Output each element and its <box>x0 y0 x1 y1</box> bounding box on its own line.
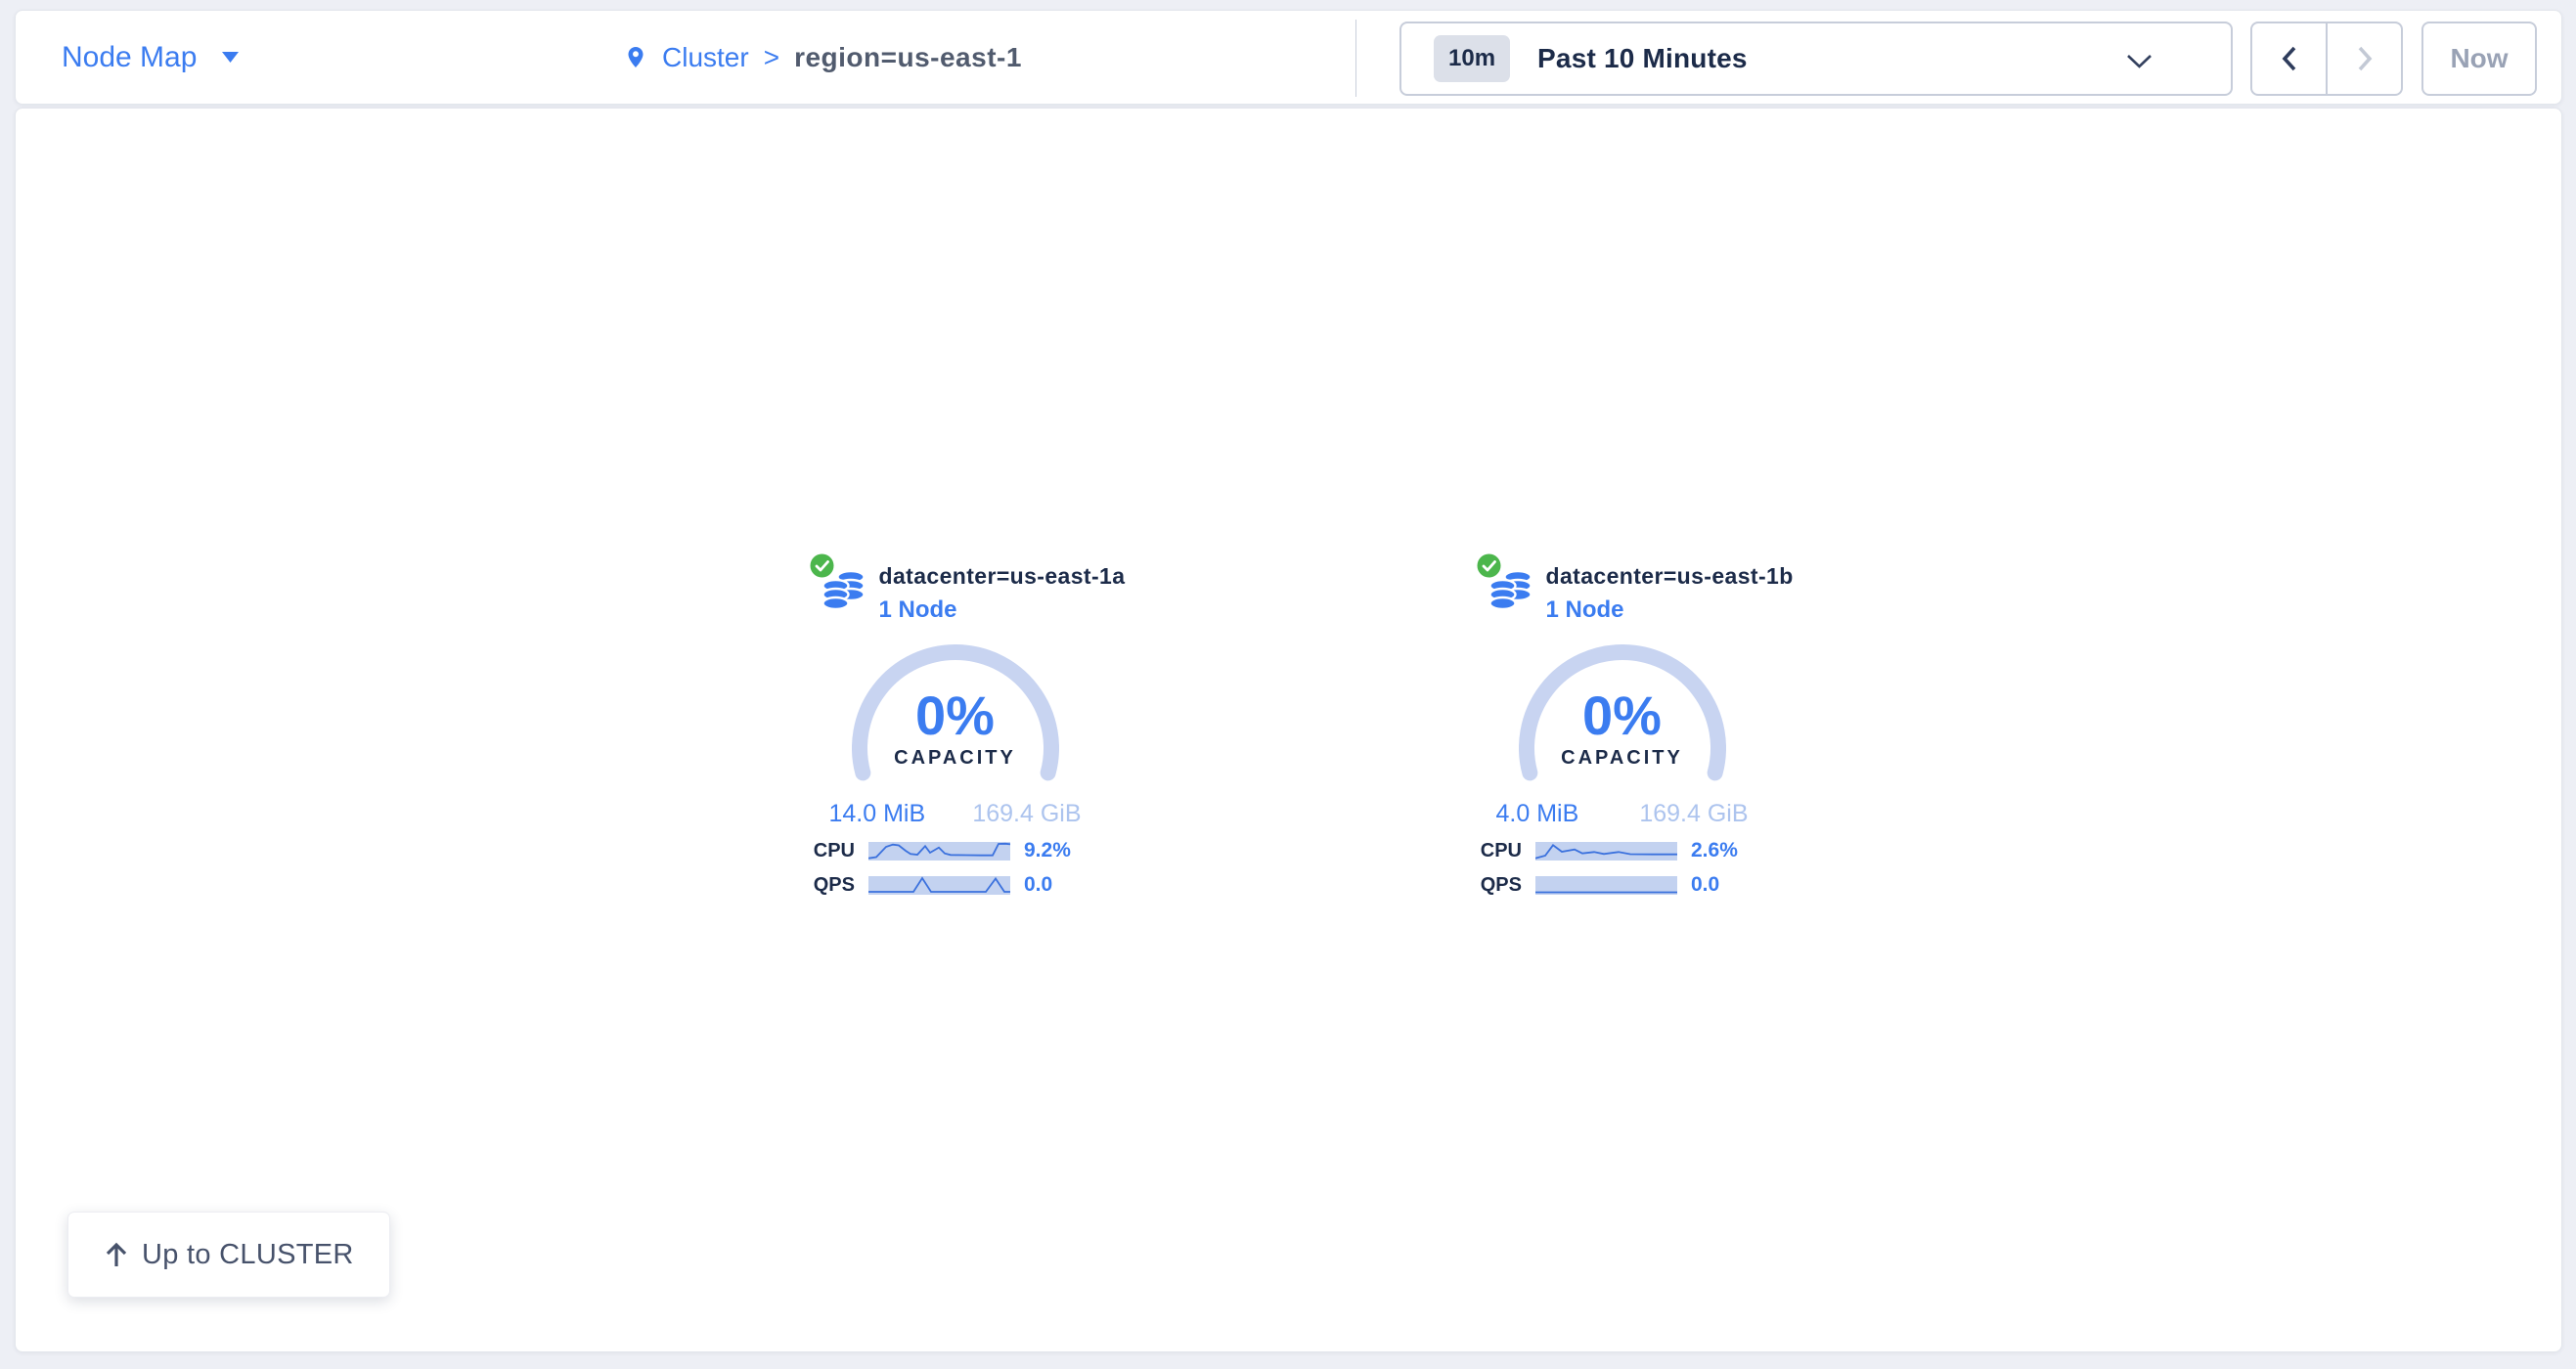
qps-label: QPS <box>808 874 855 897</box>
caret-down-icon <box>222 52 239 63</box>
now-button[interactable]: Now <box>2421 22 2537 96</box>
breadcrumb-current-locality: region=us-east-1 <box>794 42 1022 73</box>
qps-sparkline <box>1535 876 1677 895</box>
next-time-button[interactable] <box>2327 22 2403 96</box>
arrow-up-icon <box>104 1241 129 1268</box>
datacenter-card-titles: datacenter=us-east-1b 1 Node <box>1546 563 1794 624</box>
healthy-check-icon <box>1477 553 1501 578</box>
locality-cards-row: datacenter=us-east-1a 1 Node 0% CAPACITY… <box>16 109 2561 1351</box>
datacenter-icon-wrap <box>1488 566 1533 611</box>
chevron-right-icon <box>2355 45 2375 72</box>
cpu-value: 2.6% <box>1691 839 1769 862</box>
breadcrumb-separator: > <box>764 42 779 73</box>
capacity-range: 14.0 MiB 169.4 GiB <box>829 800 1082 828</box>
time-pager <box>2250 22 2403 96</box>
capacity-total: 169.4 GiB <box>972 800 1081 828</box>
qps-stat-row: QPS 0.0 <box>1473 873 1772 897</box>
capacity-label: CAPACITY <box>852 747 1059 770</box>
cpu-sparkline <box>868 842 1010 861</box>
capacity-gauge: 0% CAPACITY <box>852 644 1059 787</box>
time-range-badge: 10m <box>1434 35 1510 82</box>
qps-sparkline <box>868 876 1010 895</box>
time-range-select[interactable]: 10m Past 10 Minutes <box>1399 22 2233 96</box>
healthy-check-icon <box>810 553 834 578</box>
datacenter-icon-wrap <box>822 566 866 611</box>
breadcrumb-cluster-link[interactable]: Cluster <box>662 42 749 73</box>
chevron-left-icon <box>2280 45 2299 72</box>
capacity-percentage: 0% <box>852 684 1059 747</box>
qps-value: 0.0 <box>1691 873 1769 897</box>
previous-time-button[interactable] <box>2250 22 2327 96</box>
capacity-percentage: 0% <box>1519 684 1726 747</box>
capacity-label: CAPACITY <box>1519 747 1726 770</box>
view-selector-label: Node Map <box>62 41 197 74</box>
cpu-stat-row: CPU 2.6% <box>1473 839 1772 862</box>
qps-label: QPS <box>1475 874 1522 897</box>
datacenter-card-header: datacenter=us-east-1a 1 Node <box>822 563 1105 624</box>
capacity-total: 169.4 GiB <box>1639 800 1748 828</box>
up-to-cluster-button[interactable]: Up to CLUSTER <box>67 1212 390 1298</box>
breadcrumb: Cluster > region=us-east-1 <box>624 11 1022 104</box>
datacenter-card-header: datacenter=us-east-1b 1 Node <box>1488 563 1772 624</box>
cpu-label: CPU <box>808 840 855 862</box>
capacity-range: 4.0 MiB 169.4 GiB <box>1496 800 1749 828</box>
datacenter-title: datacenter=us-east-1a <box>879 563 1126 590</box>
header-bar: Node Map Cluster > region=us-east-1 10m … <box>15 10 2562 105</box>
capacity-used: 4.0 MiB <box>1496 800 1579 828</box>
cpu-value: 9.2% <box>1024 839 1102 862</box>
cpu-sparkline <box>1535 842 1677 861</box>
datacenter-card-us-east-1a[interactable]: datacenter=us-east-1a 1 Node 0% CAPACITY… <box>806 563 1105 897</box>
cpu-stat-row: CPU 9.2% <box>806 839 1105 862</box>
header-divider <box>1355 20 1356 97</box>
capacity-used: 14.0 MiB <box>829 800 926 828</box>
node-count: 1 Node <box>879 596 1126 624</box>
datacenter-card-titles: datacenter=us-east-1a 1 Node <box>879 563 1126 624</box>
qps-value: 0.0 <box>1024 873 1102 897</box>
node-count: 1 Node <box>1546 596 1794 624</box>
capacity-gauge: 0% CAPACITY <box>1519 644 1726 787</box>
datacenter-title: datacenter=us-east-1b <box>1546 563 1794 590</box>
datacenter-card-us-east-1b[interactable]: datacenter=us-east-1b 1 Node 0% CAPACITY… <box>1473 563 1772 897</box>
view-selector-dropdown[interactable]: Node Map <box>62 11 239 104</box>
time-range-label: Past 10 Minutes <box>1537 43 1748 74</box>
up-to-cluster-label: Up to CLUSTER <box>142 1239 354 1271</box>
map-pin-icon <box>624 42 647 72</box>
chevron-down-icon <box>2126 54 2153 69</box>
qps-stat-row: QPS 0.0 <box>806 873 1105 897</box>
cpu-label: CPU <box>1475 840 1522 862</box>
node-map-canvas: datacenter=us-east-1a 1 Node 0% CAPACITY… <box>15 108 2562 1352</box>
